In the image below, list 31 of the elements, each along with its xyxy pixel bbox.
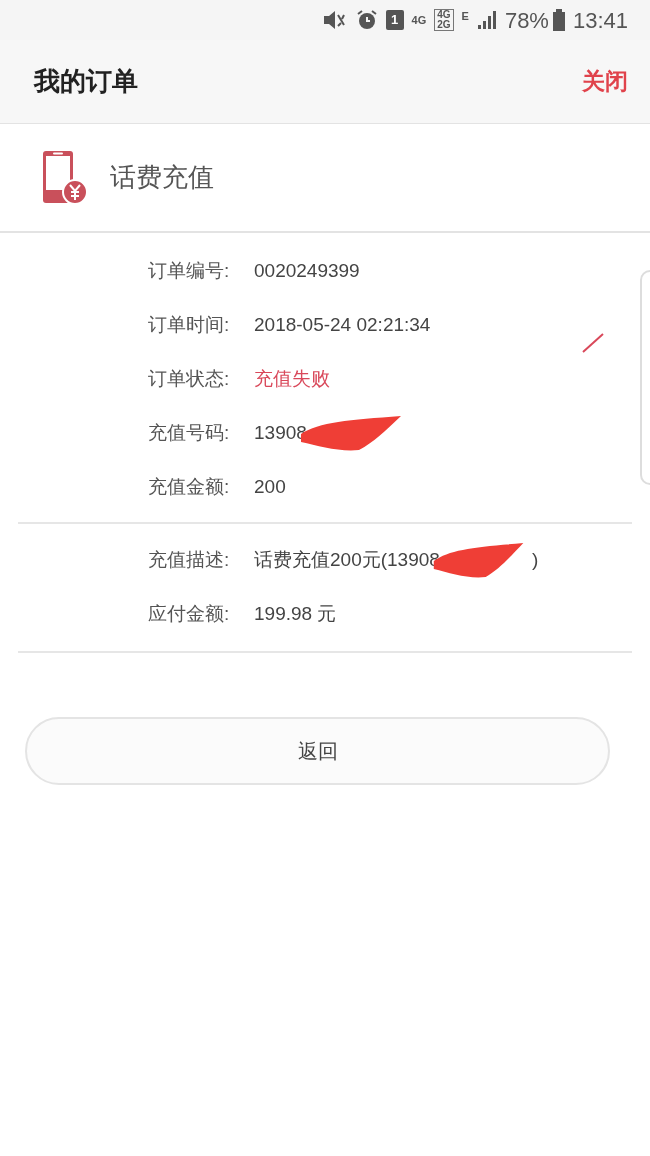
signal-icon: [476, 10, 497, 30]
back-button[interactable]: 返回: [25, 717, 610, 785]
field-value: 0020249399: [254, 258, 360, 283]
field-label: 充值描述:: [148, 547, 231, 572]
battery-icon: [552, 9, 565, 31]
field-label: 应付金额:: [148, 601, 231, 626]
mute-icon: [321, 9, 348, 31]
field-label: 充值金额:: [148, 474, 231, 499]
field-label: 订单时间:: [148, 312, 231, 337]
phone-yuan-icon: [42, 150, 88, 205]
field-value: ): [531, 547, 539, 572]
stray-mark: [582, 333, 604, 353]
field-value: 2018-05-24 02:21:34: [254, 312, 431, 337]
alarm-icon: [355, 9, 378, 31]
data-type-label: E: [461, 9, 469, 24]
field-label: 订单状态:: [148, 366, 231, 391]
category-title: 话费充值: [110, 161, 214, 194]
close-button[interactable]: 关闭: [582, 64, 628, 99]
field-label: 订单编号:: [148, 258, 231, 283]
network-label: 4G: [437, 10, 451, 20]
battery-percent: 78%: [504, 6, 549, 35]
field-label: 充值号码:: [148, 420, 231, 445]
field-value: 充值失败: [254, 366, 330, 391]
clock-time: 13:41: [572, 6, 628, 35]
network-label: 2G: [437, 20, 451, 30]
network-label: 4G: [411, 14, 427, 26]
edge-panel-handle[interactable]: [640, 270, 650, 485]
sim-badge: 1: [385, 10, 404, 30]
page-title: 我的订单: [34, 65, 138, 98]
field-value: 200: [254, 474, 286, 499]
field-value: 199.98 元: [254, 601, 337, 626]
